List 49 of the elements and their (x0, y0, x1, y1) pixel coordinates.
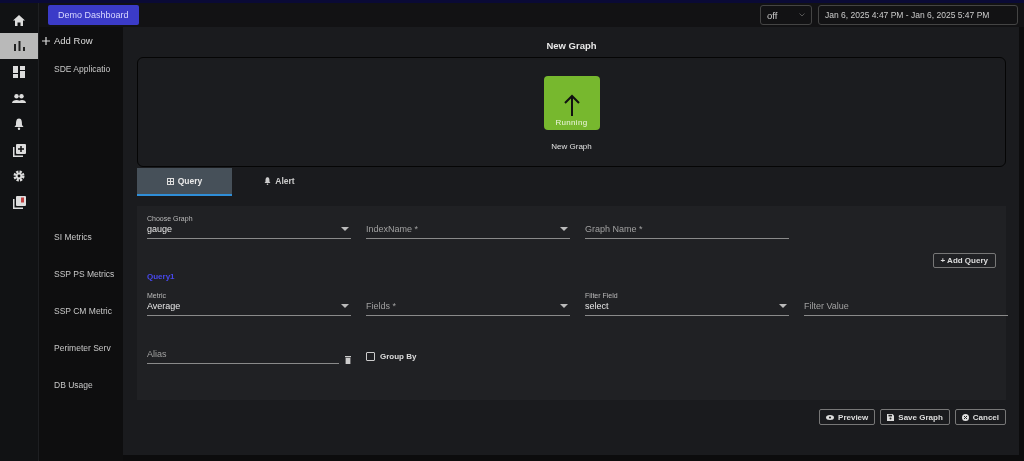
tab[interactable]: Query (137, 168, 232, 196)
alias-field[interactable]: Alias (147, 348, 339, 364)
cancel-icon (961, 413, 969, 421)
index-name-select[interactable]: IndexName * (366, 214, 570, 239)
bell-icon (264, 177, 272, 185)
table-icon (166, 177, 174, 185)
tab[interactable]: Alert (232, 168, 327, 196)
dropdown-caret-icon (560, 304, 568, 308)
library-icon (12, 195, 26, 209)
dashboard-icon (13, 66, 25, 78)
dropdown-caret-icon (560, 227, 568, 231)
nav-rail-item[interactable] (0, 33, 38, 59)
dialog-title: New Graph (545, 39, 598, 53)
people-icon (12, 93, 26, 103)
fields-select[interactable]: Fields * (366, 291, 570, 316)
up-arrow-icon (563, 94, 580, 116)
dashboard-row-title[interactable]: DB Usage (39, 366, 123, 403)
add-query-button[interactable]: + Add Query (932, 253, 996, 268)
graph-caption: New Graph (551, 142, 592, 151)
status-tile: Running (543, 76, 600, 130)
eye-icon (826, 414, 835, 420)
dashboard-row-title[interactable]: SSP CM Metric (39, 292, 123, 329)
group-by-checkbox[interactable]: Group By (366, 351, 570, 361)
dashboard-row-title[interactable]: SSP PS Metrics (39, 255, 123, 292)
dashboard-row-title[interactable]: SI Metrics (39, 218, 123, 255)
refresh-select[interactable]: off (760, 5, 812, 25)
chevron-down-icon (799, 13, 805, 17)
dropdown-caret-icon (779, 304, 787, 308)
query-title: Query1 (147, 272, 176, 281)
dropdown-caret-icon (341, 227, 349, 231)
preview-button[interactable]: Preview (819, 409, 876, 425)
save-button[interactable]: Save Graph (880, 409, 950, 425)
bell-icon (14, 118, 24, 130)
filter-value-field[interactable]: Filter Value (804, 300, 1008, 316)
settings-icon (13, 170, 25, 182)
bar-chart-icon (13, 41, 25, 51)
add-row-button[interactable]: Add Row (39, 27, 123, 46)
time-range-picker[interactable]: Jan 6, 2025 4:47 PM - Jan 6, 2025 5:47 PM (818, 5, 1018, 25)
graph-name-field[interactable]: Graph Name * (585, 223, 789, 239)
dashboard-row-title[interactable]: Perimeter Serv (39, 329, 123, 366)
dropdown-caret-icon (341, 304, 349, 308)
home-icon (13, 14, 25, 26)
save-icon (887, 413, 895, 421)
add-library-icon (12, 143, 26, 157)
trash-icon[interactable] (345, 356, 351, 364)
dashboard-row-title[interactable]: SDE Applicatio (39, 48, 123, 218)
dashboard-button[interactable]: Demo Dashboard (48, 5, 139, 25)
cancel-button[interactable]: Cancel (954, 409, 1006, 425)
plus-icon (42, 36, 50, 45)
